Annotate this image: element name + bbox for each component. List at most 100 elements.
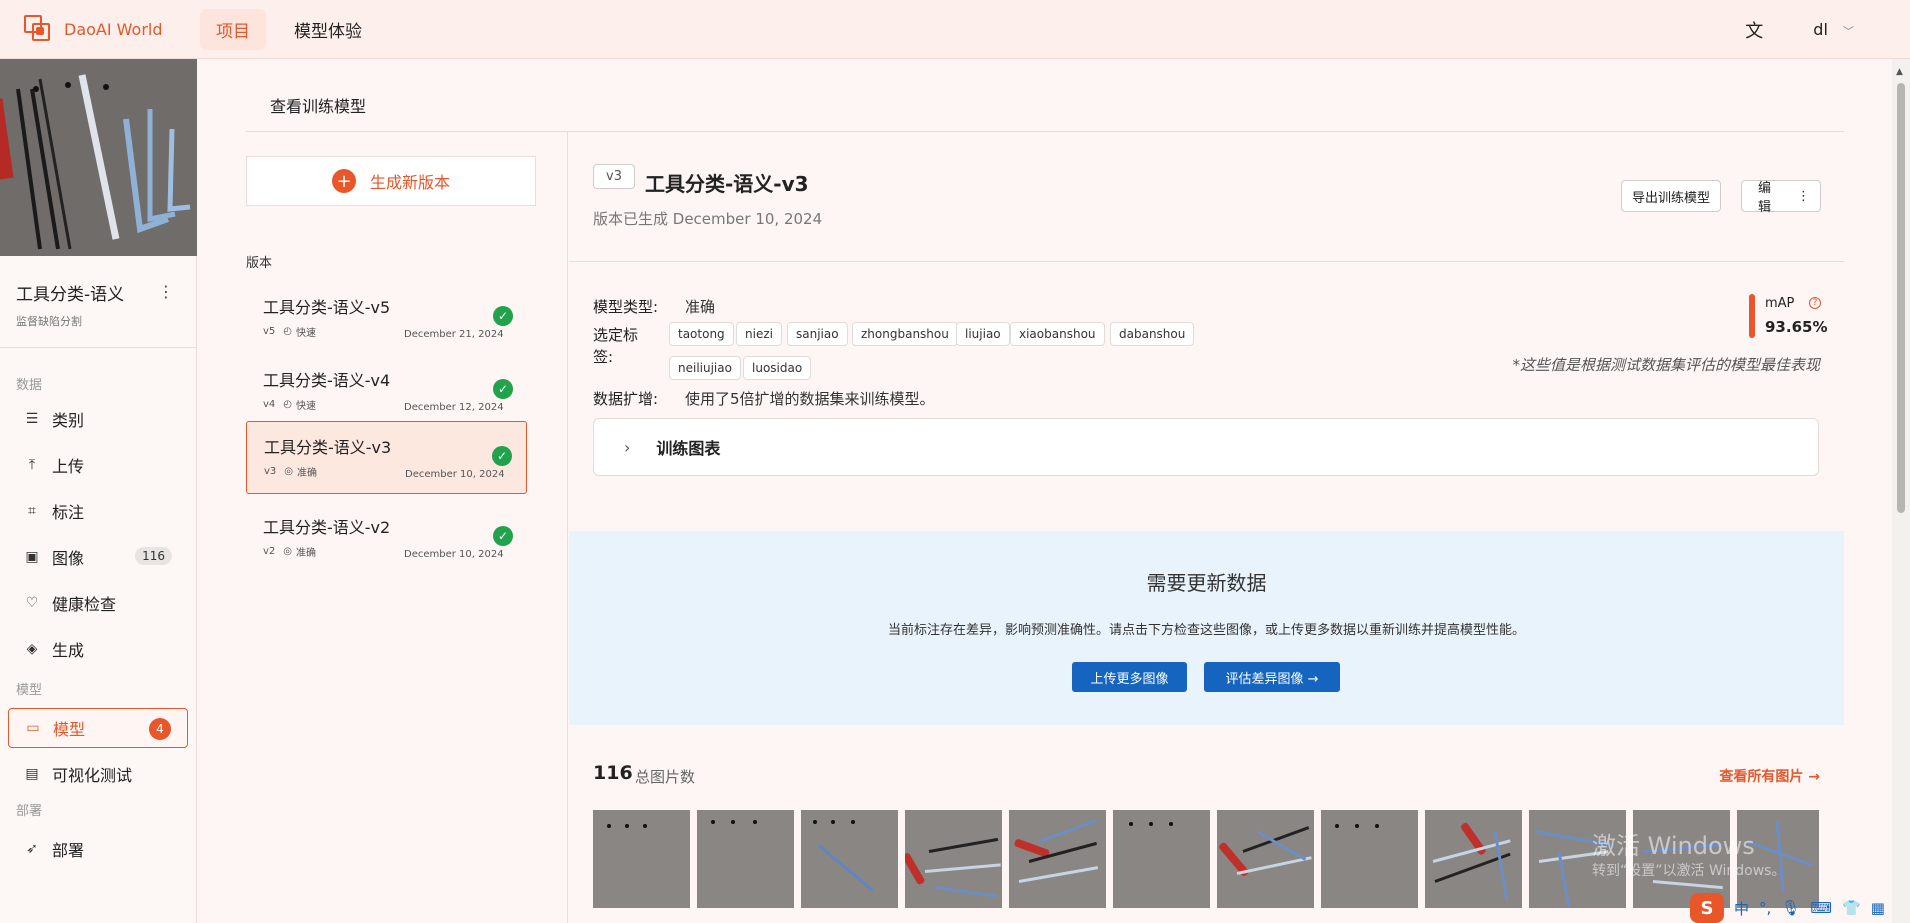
sidebar-item-label: 健康检查 bbox=[52, 595, 117, 614]
version-badge: v3 bbox=[593, 164, 635, 189]
image-thumbnail[interactable] bbox=[697, 810, 794, 908]
sidebar-item-images[interactable]: ▣ 图像 116 bbox=[0, 537, 196, 577]
page-header: 查看训练模型 bbox=[246, 76, 1844, 132]
page-scrollbar[interactable]: ▲ bbox=[1892, 59, 1910, 923]
target-icon: ◎ bbox=[284, 466, 294, 477]
tags-label-line2: 签: bbox=[593, 348, 614, 366]
version-card-v5[interactable]: 工具分类-语义-v5 v5 ◴ 快速 December 21, 2024 ✓ bbox=[246, 282, 527, 355]
image-thumbnail[interactable] bbox=[1009, 810, 1106, 908]
sidebar-item-label: 标注 bbox=[52, 503, 85, 522]
sidebar-item-classes[interactable]: ☰ 类别 bbox=[0, 399, 196, 439]
windows-activation-watermark: 激活 Windows bbox=[1592, 832, 1755, 860]
version-card-v4[interactable]: 工具分类-语义-v4 v4 ◴ 快速 December 12, 2024 ✓ bbox=[246, 355, 527, 428]
version-date: December 12, 2024 bbox=[404, 402, 504, 413]
help-icon[interactable]: ? bbox=[1809, 297, 1821, 309]
version-name: 工具分类-语义-v2 bbox=[263, 518, 391, 537]
nav-tab-projects[interactable]: 项目 bbox=[200, 8, 266, 50]
edit-button[interactable]: 编 辑 ⋮ bbox=[1741, 180, 1821, 215]
document-icon: ▤ bbox=[25, 766, 39, 782]
target-icon: ◎ bbox=[283, 546, 293, 557]
sidebar-item-health-check[interactable]: ♡ 健康检查 bbox=[0, 583, 196, 623]
evaluate-diff-images-button[interactable]: 评估差异图像 → bbox=[1204, 662, 1340, 692]
class-tag: xiaobanshou bbox=[1010, 322, 1105, 346]
speed-icon: ◴ bbox=[283, 399, 293, 410]
generate-new-version-button[interactable]: + 生成新版本 bbox=[246, 156, 536, 206]
sidebar-item-models[interactable]: ▭ 模型 4 bbox=[8, 708, 188, 748]
version-card-v2[interactable]: 工具分类-语义-v2 v2 ◎ 准确 December 10, 2024 ✓ bbox=[246, 502, 527, 575]
rocket-icon: ➶ bbox=[26, 841, 38, 857]
map-bar bbox=[1749, 294, 1755, 338]
images-count-badge: 116 bbox=[135, 547, 172, 565]
version-name: 工具分类-语义-v4 bbox=[263, 371, 391, 390]
image-thumbnail[interactable] bbox=[905, 810, 1002, 908]
class-tag: dabanshou bbox=[1110, 322, 1195, 346]
class-tag: liujiao bbox=[956, 322, 1010, 346]
training-charts-accordion[interactable]: › 训练图表 bbox=[593, 418, 1819, 476]
translate-icon[interactable]: 文 bbox=[1745, 17, 1763, 43]
project-thumbnail bbox=[0, 59, 197, 256]
version-mode: 快速 bbox=[296, 401, 317, 412]
version-title: 工具分类-语义-v3 bbox=[645, 172, 809, 196]
punctuation-icon[interactable]: °, bbox=[1759, 899, 1771, 917]
image-count: 116 bbox=[593, 762, 633, 784]
image-thumbnail[interactable] bbox=[1425, 810, 1522, 908]
logo-icon bbox=[24, 15, 52, 43]
image-thumbnail[interactable] bbox=[1217, 810, 1314, 908]
scroll-thumb[interactable] bbox=[1897, 83, 1905, 513]
image-thumbnail[interactable] bbox=[1321, 810, 1418, 908]
check-circle-icon: ✓ bbox=[493, 306, 513, 326]
class-tag: zhongbanshou bbox=[852, 322, 958, 346]
sidebar-item-label: 上传 bbox=[52, 457, 85, 476]
class-tag: sanjiao bbox=[787, 322, 848, 346]
sidebar-item-annotate[interactable]: ⌗ 标注 bbox=[0, 491, 196, 531]
model-type-label: 模型类型: bbox=[593, 298, 659, 316]
sidebar-item-deploy[interactable]: ➶ 部署 bbox=[0, 829, 196, 869]
heart-pulse-icon: ♡ bbox=[25, 595, 39, 611]
top-bar: DaoAI World 项目 模型体验 文 dl ﹀ bbox=[0, 0, 1910, 59]
grid-icon[interactable]: ▦ bbox=[1871, 899, 1885, 917]
image-thumbnail[interactable] bbox=[801, 810, 898, 908]
sidebar: 工具分类-语义 监督缺陷分割 ⋮ 数据 ☰ 类别 ⤒ 上传 ⌗ 标注 ▣ 图像 … bbox=[0, 59, 197, 923]
sidebar-item-upload[interactable]: ⤒ 上传 bbox=[0, 445, 196, 485]
map-label: mAP bbox=[1765, 296, 1795, 311]
image-thumbnail[interactable] bbox=[593, 810, 690, 908]
button-label: 编 辑 bbox=[1758, 181, 1772, 215]
group-label-deploy: 部署 bbox=[16, 804, 43, 819]
list-icon: ☰ bbox=[25, 411, 39, 427]
view-all-images-link[interactable]: 查看所有图片 → bbox=[1719, 766, 1820, 786]
keyboard-icon[interactable]: ⌨ bbox=[1810, 899, 1832, 917]
skin-icon[interactable]: 👕 bbox=[1842, 899, 1861, 917]
microphone-icon[interactable]: 🎙 bbox=[1781, 899, 1800, 917]
version-date: December 10, 2024 bbox=[404, 549, 504, 560]
version-card-v3[interactable]: 工具分类-语义-v3 v3 ◎ 准确 December 10, 2024 ✓ bbox=[246, 421, 527, 494]
system-tray: S 中 °, 🎙 ⌨ 👕 ▦ bbox=[1690, 893, 1885, 923]
check-circle-icon: ✓ bbox=[493, 526, 513, 546]
version-tag: v3 bbox=[264, 466, 277, 477]
app-logo[interactable]: DaoAI World bbox=[24, 15, 200, 43]
nav-tab-model-experience[interactable]: 模型体验 bbox=[278, 9, 378, 50]
scroll-up-arrow-icon[interactable]: ▲ bbox=[1896, 67, 1903, 77]
upload-more-images-button[interactable]: 上传更多图像 bbox=[1072, 662, 1187, 692]
sidebar-item-label: 可视化测试 bbox=[52, 766, 133, 785]
annotate-icon: ⌗ bbox=[28, 503, 36, 519]
sidebar-item-label: 类别 bbox=[52, 411, 85, 430]
class-tag: luosidao bbox=[743, 356, 812, 380]
sogou-ime-icon[interactable]: S bbox=[1690, 893, 1724, 923]
export-model-button[interactable]: 导出训练模型 bbox=[1621, 180, 1722, 212]
app-name: DaoAI World bbox=[64, 19, 163, 39]
speed-icon: ◴ bbox=[283, 326, 293, 337]
sidebar-item-generate[interactable]: ◈ 生成 bbox=[0, 629, 196, 669]
version-tag: v5 bbox=[263, 326, 276, 337]
sidebar-item-label: 图像 bbox=[52, 549, 85, 568]
version-mode: 快速 bbox=[296, 328, 317, 339]
user-menu[interactable]: dl ﹀ bbox=[1813, 20, 1854, 39]
image-icon: ▣ bbox=[25, 549, 39, 565]
version-detail: v3 工具分类-语义-v3 版本已生成 December 10, 2024 导出… bbox=[569, 132, 1844, 923]
tags-label-line1: 选定标 bbox=[593, 326, 639, 344]
image-thumbnail[interactable] bbox=[1113, 810, 1210, 908]
models-count-badge: 4 bbox=[149, 718, 171, 740]
version-date: December 21, 2024 bbox=[404, 329, 504, 340]
ime-mode[interactable]: 中 bbox=[1734, 898, 1749, 919]
sidebar-item-visual-test[interactable]: ▤ 可视化测试 bbox=[0, 754, 196, 794]
more-options-icon[interactable]: ⋮ bbox=[158, 282, 174, 301]
